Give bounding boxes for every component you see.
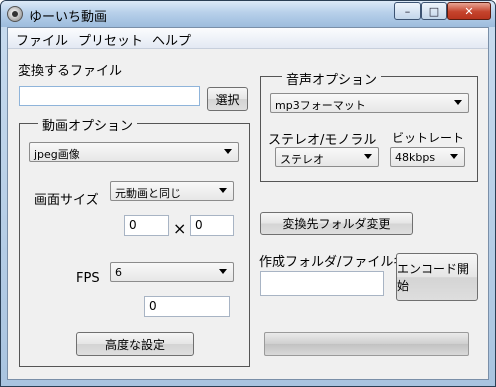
bitrate-value: 48kbps	[395, 151, 436, 164]
channel-label: ステレオ/モノラル	[268, 133, 377, 148]
screen-size-select[interactable]: 元動画と同じ	[110, 181, 234, 201]
audio-options-title: 音声オプション	[282, 69, 382, 88]
audio-format-value: mp3フォーマット	[275, 99, 366, 112]
fps-select[interactable]: 6	[110, 262, 234, 282]
fps-value: 6	[115, 266, 122, 279]
video-options-title: 動画オプション	[38, 115, 138, 134]
fps-label: FPS	[76, 271, 100, 286]
times-symbol: ×	[173, 219, 187, 238]
maximize-button[interactable]: □	[421, 2, 447, 20]
menu-bar: ファイル プリセット ヘルプ	[8, 28, 488, 49]
change-output-folder-button[interactable]: 変換先フォルダ変更	[260, 212, 413, 235]
width-input[interactable]: 0	[124, 215, 169, 236]
file-path-input[interactable]	[19, 86, 200, 106]
output-name-input[interactable]	[260, 271, 384, 296]
screen-size-value: 元動画と同じ	[115, 187, 181, 200]
video-format-value: jpeg画像	[34, 148, 80, 161]
minimize-button[interactable]: –	[394, 2, 421, 20]
video-format-select[interactable]: jpeg画像	[29, 142, 239, 162]
chevron-down-icon	[450, 154, 458, 159]
title-bar[interactable]: ゆーいち動画 – □ ✕	[1, 1, 495, 27]
client-area: ファイル プリセット ヘルプ 変換するファイル 選択 動画オプション jpeg画…	[7, 27, 489, 380]
fps-custom-input[interactable]: 0	[144, 296, 230, 317]
screen-size-label: 画面サイズ	[34, 193, 99, 208]
menu-file[interactable]: ファイル	[16, 30, 68, 49]
chevron-down-icon	[364, 154, 372, 159]
chevron-down-icon	[224, 149, 232, 154]
advanced-settings-button[interactable]: 高度な設定	[76, 332, 194, 356]
channel-value: ステレオ	[280, 153, 324, 166]
close-button[interactable]: ✕	[447, 2, 491, 20]
menu-preset[interactable]: プリセット	[78, 30, 143, 49]
bitrate-label: ビットレート	[392, 131, 465, 145]
encode-start-button[interactable]: エンコード開始	[396, 253, 478, 301]
bitrate-select[interactable]: 48kbps	[390, 147, 465, 167]
window-title: ゆーいち動画	[29, 10, 108, 25]
output-name-label: 作成フォルダ/ファイル名	[259, 255, 407, 270]
app-window: ゆーいち動画 – □ ✕ ファイル プリセット ヘルプ 変換するファイル 選択 …	[0, 0, 496, 387]
chevron-down-icon	[454, 100, 462, 105]
height-input[interactable]: 0	[190, 215, 234, 236]
encode-progress-bar	[264, 332, 469, 356]
menu-help[interactable]: ヘルプ	[152, 30, 191, 49]
file-label: 変換するファイル	[18, 64, 123, 79]
chevron-down-icon	[219, 269, 227, 274]
audio-format-select[interactable]: mp3フォーマット	[270, 93, 469, 113]
channel-select[interactable]: ステレオ	[275, 147, 379, 167]
select-file-button[interactable]: 選択	[207, 87, 248, 111]
app-disc-icon	[7, 6, 23, 22]
chevron-down-icon	[219, 188, 227, 193]
